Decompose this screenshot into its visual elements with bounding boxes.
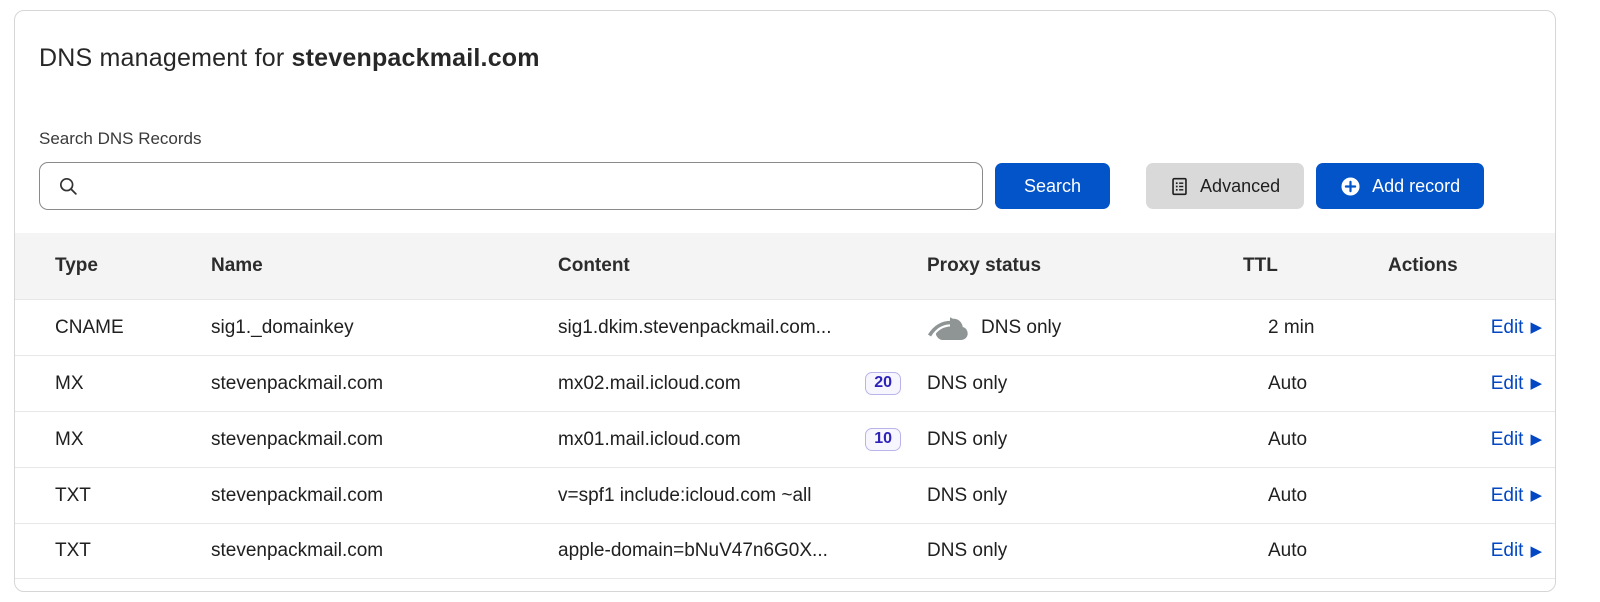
advanced-button-label: Advanced	[1200, 176, 1280, 197]
cell-content: mx01.mail.icloud.com 10	[538, 428, 907, 451]
dns-management-panel: DNS management for stevenpackmail.com Se…	[14, 10, 1556, 592]
edit-arrow-icon: ▶	[1530, 376, 1542, 391]
cell-content: mx02.mail.icloud.com 20	[538, 372, 907, 395]
column-header-ttl: TTL	[1223, 255, 1368, 277]
column-header-proxy-status: Proxy status	[907, 255, 1223, 277]
dns-only-cloud-icon	[927, 313, 971, 343]
proxy-status-text: DNS only	[927, 429, 1007, 451]
cell-actions: Edit ▶	[1368, 317, 1555, 339]
table-row: TXT stevenpackmail.com v=spf1 include:ic…	[15, 467, 1555, 523]
page-title: DNS management for stevenpackmail.com	[15, 11, 1555, 73]
proxy-status-text: DNS only	[927, 373, 1007, 395]
cell-actions: Edit ▶	[1368, 540, 1555, 562]
cell-type: CNAME	[15, 317, 191, 339]
cell-name: stevenpackmail.com	[191, 485, 538, 507]
edit-arrow-icon: ▶	[1530, 544, 1542, 559]
proxy-status-text: DNS only	[927, 485, 1007, 507]
page-title-prefix: DNS management for	[39, 44, 284, 72]
cell-proxy-status: DNS only	[907, 313, 1223, 343]
edit-link-label: Edit	[1491, 485, 1524, 507]
cell-ttl: Auto	[1223, 485, 1368, 507]
proxy-status-text: DNS only	[981, 317, 1061, 339]
table-row: MX stevenpackmail.com mx01.mail.icloud.c…	[15, 411, 1555, 467]
cell-name: sig1._domainkey	[191, 317, 538, 339]
cell-ttl: 2 min	[1223, 317, 1368, 339]
cell-type: TXT	[15, 485, 191, 507]
content-text: mx01.mail.icloud.com	[558, 429, 741, 451]
edit-arrow-icon: ▶	[1530, 488, 1542, 503]
edit-link[interactable]: Edit ▶	[1491, 317, 1542, 339]
search-box[interactable]	[39, 162, 983, 210]
proxy-status-text: DNS only	[927, 540, 1007, 562]
cell-actions: Edit ▶	[1368, 485, 1555, 507]
table-row: CNAME sig1._domainkey sig1.dkim.stevenpa…	[15, 299, 1555, 355]
table-row: MX stevenpackmail.com mx02.mail.icloud.c…	[15, 355, 1555, 411]
cell-name: stevenpackmail.com	[191, 429, 538, 451]
edit-link-label: Edit	[1491, 317, 1524, 339]
edit-link[interactable]: Edit ▶	[1491, 429, 1542, 451]
cell-ttl: Auto	[1223, 540, 1368, 562]
cell-ttl: Auto	[1223, 373, 1368, 395]
edit-link-label: Edit	[1491, 429, 1524, 451]
search-toolbar: Search Advanced	[15, 162, 1555, 210]
edit-link-label: Edit	[1491, 540, 1524, 562]
cell-name: stevenpackmail.com	[191, 540, 538, 562]
dns-records-table: Type Name Content Proxy status TTL Actio…	[15, 233, 1555, 579]
search-button[interactable]: Search	[995, 163, 1110, 209]
cell-proxy-status: DNS only	[907, 540, 1223, 562]
priority-badge: 20	[865, 372, 901, 395]
add-record-button-label: Add record	[1372, 176, 1460, 197]
search-icon	[58, 176, 79, 197]
column-header-name: Name	[191, 255, 538, 277]
content-text: sig1.dkim.stevenpackmail.com...	[558, 317, 832, 339]
plus-circle-icon	[1340, 176, 1361, 197]
table-header-row: Type Name Content Proxy status TTL Actio…	[15, 233, 1555, 299]
content-text: apple-domain=bNuV47n6G0X...	[558, 540, 828, 562]
column-header-actions: Actions	[1368, 255, 1555, 277]
cell-content: v=spf1 include:icloud.com ~all	[538, 485, 907, 507]
column-header-type: Type	[15, 255, 191, 277]
cell-type: MX	[15, 429, 191, 451]
table-row: TXT stevenpackmail.com apple-domain=bNuV…	[15, 523, 1555, 579]
cell-actions: Edit ▶	[1368, 373, 1555, 395]
cell-content: sig1.dkim.stevenpackmail.com...	[538, 317, 907, 339]
content-text: v=spf1 include:icloud.com ~all	[558, 485, 811, 507]
advanced-button[interactable]: Advanced	[1146, 163, 1304, 209]
page-title-domain: stevenpackmail.com	[292, 44, 540, 72]
column-header-content: Content	[538, 255, 907, 277]
table-body: CNAME sig1._domainkey sig1.dkim.stevenpa…	[15, 299, 1555, 579]
cell-type: TXT	[15, 540, 191, 562]
cell-name: stevenpackmail.com	[191, 373, 538, 395]
edit-link[interactable]: Edit ▶	[1491, 373, 1542, 395]
priority-badge: 10	[865, 428, 901, 451]
list-document-icon	[1170, 177, 1189, 196]
cell-content: apple-domain=bNuV47n6G0X...	[538, 540, 907, 562]
edit-link-label: Edit	[1491, 373, 1524, 395]
cell-type: MX	[15, 373, 191, 395]
cell-proxy-status: DNS only	[907, 485, 1223, 507]
cell-actions: Edit ▶	[1368, 429, 1555, 451]
content-text: mx02.mail.icloud.com	[558, 373, 741, 395]
cell-proxy-status: DNS only	[907, 429, 1223, 451]
edit-link[interactable]: Edit ▶	[1491, 540, 1542, 562]
search-label: Search DNS Records	[15, 129, 1555, 149]
edit-arrow-icon: ▶	[1530, 320, 1542, 335]
add-record-button[interactable]: Add record	[1316, 163, 1484, 209]
edit-arrow-icon: ▶	[1530, 432, 1542, 447]
cell-ttl: Auto	[1223, 429, 1368, 451]
edit-link[interactable]: Edit ▶	[1491, 485, 1542, 507]
search-input[interactable]	[91, 176, 968, 196]
cell-proxy-status: DNS only	[907, 373, 1223, 395]
